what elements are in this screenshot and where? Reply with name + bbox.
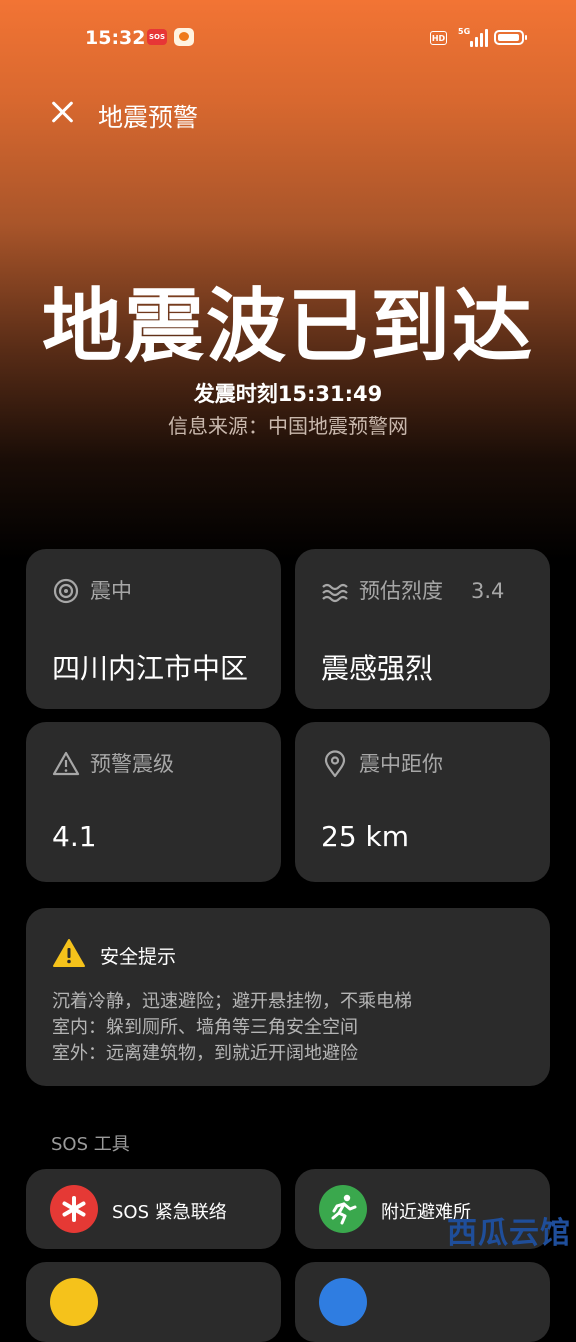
warning-triangle-icon: [52, 751, 80, 776]
intensity-card: 预估烈度 3.4 震感强烈: [295, 549, 550, 709]
intensity-number: 3.4: [471, 579, 505, 603]
location-pin-icon: [324, 750, 346, 778]
tip-line: 室内：躲到厕所、墙角等三角安全空间: [52, 1017, 358, 1038]
sos-contact-button[interactable]: SOS 紧急联络: [26, 1169, 281, 1249]
magnitude-card: 预警震级 4.1: [26, 722, 281, 882]
watermark-logo: 西瓜云馆: [447, 1216, 571, 1251]
magnitude-value: 4.1: [52, 820, 97, 853]
tip-line: 沉着冷静，迅速避险；避开悬挂物，不乘电梯: [52, 991, 412, 1012]
intensity-value: 震感强烈: [321, 652, 434, 685]
more-tool-button[interactable]: [26, 1262, 281, 1342]
epicenter-label: 震中: [90, 579, 132, 603]
status-bar: 15:32 SOS HD 5G: [0, 0, 576, 76]
warning-icon: [53, 939, 85, 967]
tool-icon: [319, 1278, 367, 1326]
quake-time: 发震时刻15:31:49: [193, 382, 383, 406]
distance-label: 震中距你: [359, 752, 443, 776]
status-time: 15:32: [85, 27, 146, 49]
safety-tips-card: 安全提示 沉着冷静，迅速避险；避开悬挂物，不乘电梯 室内：躲到厕所、墙角等三角安…: [26, 908, 550, 1086]
sos-contact-label: SOS 紧急联络: [112, 1202, 227, 1223]
hd-icon: HD: [430, 31, 447, 45]
intensity-label: 预估烈度: [359, 579, 443, 603]
info-source: 信息来源：中国地震预警网: [168, 414, 408, 438]
safety-tips-title: 安全提示: [100, 946, 177, 968]
asterisk-icon: [50, 1185, 98, 1233]
running-person-icon: [319, 1185, 367, 1233]
magnitude-label: 预警震级: [90, 752, 174, 776]
battery-icon: [494, 30, 527, 45]
epicenter-value: 四川内江市中区: [52, 652, 249, 685]
app-notification-icon: [174, 28, 194, 46]
network-type: 5G: [458, 27, 471, 36]
waves-icon: [322, 583, 348, 603]
sos-notification-icon: SOS: [147, 29, 167, 45]
tip-line: 室外：远离建筑物，到就近开阔地避险: [52, 1043, 358, 1064]
distance-card: 震中距你 25 km: [295, 722, 550, 882]
more-tool-button[interactable]: [295, 1262, 550, 1342]
epicenter-card: 震中 四川内江市中区: [26, 549, 281, 709]
app-header: 地震预警: [0, 86, 576, 138]
tool-icon: [50, 1278, 98, 1326]
sos-tools-section-label: SOS 工具: [51, 1134, 130, 1155]
signal-icon: 5G: [458, 27, 488, 47]
distance-value: 25 km: [321, 820, 410, 853]
close-icon[interactable]: [42, 92, 82, 132]
target-icon: [53, 578, 79, 604]
alert-headline: 地震波已到达: [42, 280, 534, 373]
page-title: 地震预警: [98, 103, 199, 132]
